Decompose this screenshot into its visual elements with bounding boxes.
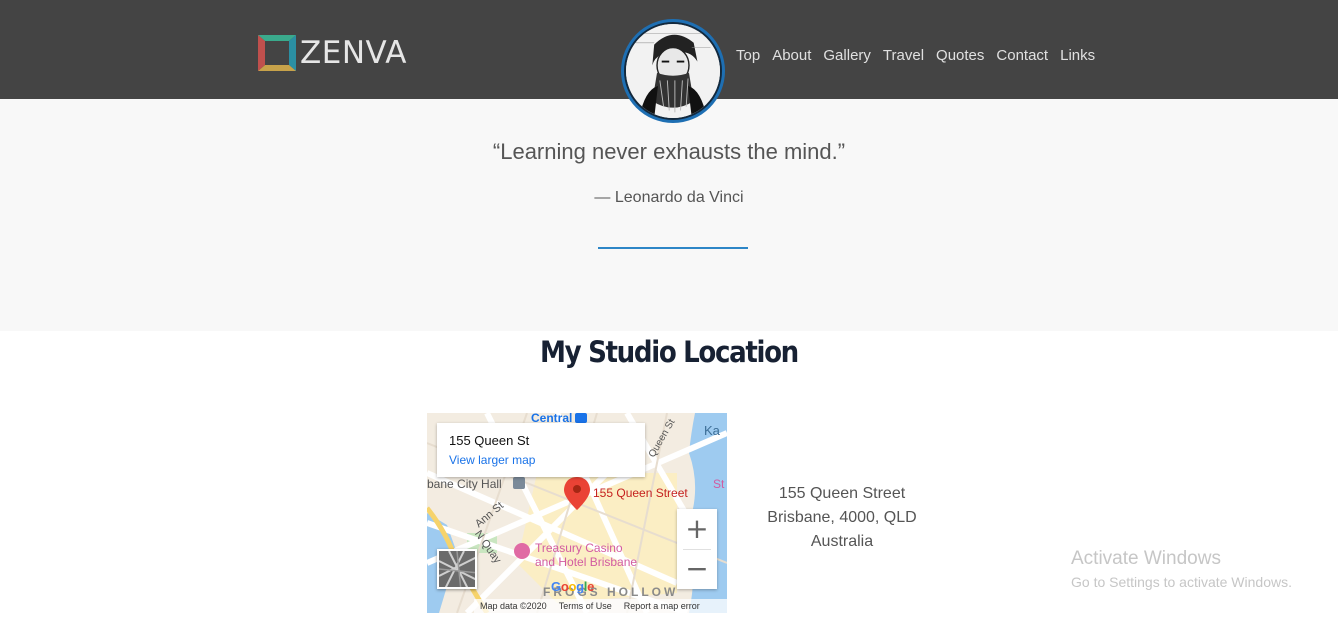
studio-address: 155 Queen Street Brisbane, 4000, QLD Aus… (742, 482, 942, 554)
nav-about[interactable]: About (772, 46, 811, 66)
view-larger-map-link[interactable]: View larger map (449, 453, 535, 467)
address-line-3: Australia (810, 533, 874, 550)
zenva-logo-icon (258, 35, 296, 71)
satellite-toggle-thumbnail[interactable] (437, 549, 477, 589)
quote-text: “Learning never exhausts the mind.” (492, 139, 846, 164)
map-pin-label: 155 Queen Street (593, 486, 688, 500)
map-info-card: 155 Queen St View larger map (437, 423, 645, 477)
map-zoom-controls: + − (677, 509, 717, 589)
portrait-image (624, 22, 722, 120)
location-title: My Studio Location (540, 335, 799, 369)
map-label-casino-1: Treasury Casino (535, 541, 623, 555)
logo-text: ZENVA (300, 35, 407, 71)
terms-of-use-link[interactable]: Terms of Use (559, 601, 612, 611)
nav-contact[interactable]: Contact (996, 46, 1048, 66)
map-footer: Map data ©2020 Terms of Use Report a map… (474, 599, 727, 613)
activate-windows-title: Activate Windows (1071, 548, 1221, 569)
nav-links[interactable]: Links (1060, 46, 1095, 66)
nav-quotes[interactable]: Quotes (936, 46, 984, 66)
nav-gallery[interactable]: Gallery (823, 46, 871, 66)
profile-avatar (621, 19, 725, 123)
map-data-credit: Map data ©2020 (480, 601, 547, 611)
quote-divider (598, 247, 748, 249)
map-card-title: 155 Queen St (449, 433, 530, 448)
address-line-1: 155 Queen Street (778, 485, 906, 502)
map-label-casino-2: and Hotel Brisbane (535, 555, 638, 569)
embedded-map[interactable]: Central bane City Hall Ann St N Quay Tre… (427, 413, 727, 613)
zoom-out-button[interactable]: − (677, 549, 717, 589)
google-logo: Google (551, 579, 595, 594)
map-label-city-hall: bane City Hall (427, 477, 502, 491)
zoom-in-button[interactable]: + (677, 509, 717, 549)
quote-section: “Learning never exhausts the mind.” — Le… (0, 99, 1338, 331)
report-map-error-link[interactable]: Report a map error (624, 601, 700, 611)
main-nav: Top About Gallery Travel Quotes Contact … (736, 46, 1095, 66)
address-line-2: Brisbane, 4000, QLD (767, 509, 917, 526)
nav-travel[interactable]: Travel (883, 46, 924, 66)
nav-top[interactable]: Top (736, 46, 760, 66)
map-label-ka: Ka (704, 423, 720, 438)
zenva-logo[interactable]: ZENVA (258, 35, 407, 71)
map-label-st: St (713, 477, 725, 491)
quote-author: — Leonardo da Vinci (594, 189, 744, 206)
activate-windows-hint: Go to Settings to activate Windows. (1071, 574, 1292, 590)
